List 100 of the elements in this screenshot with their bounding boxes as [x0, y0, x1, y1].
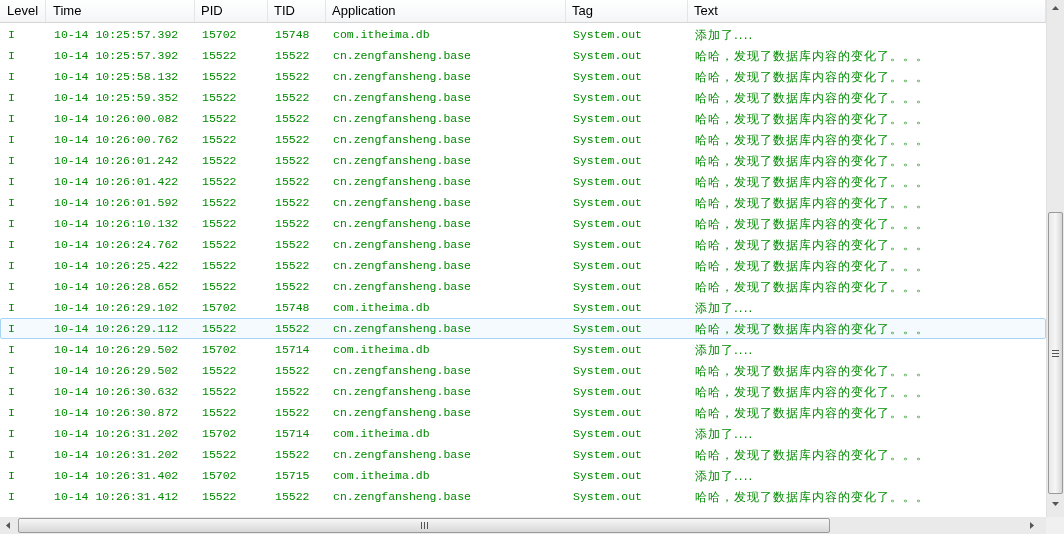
table-cell-text: cn.zengfansheng.base: [332, 173, 473, 190]
table-cell-text: I: [7, 488, 16, 505]
table-cell-text: 哈哈，发现了数据库内容的变化了。。。: [694, 152, 930, 170]
table-cell-text: cn.zengfansheng.base: [332, 89, 473, 106]
table-cell-text: com.itheima.db: [332, 467, 431, 484]
log-row[interactable]: I 10-14 10:26:31.412 15522 15522 cn.zengfansheng.base System.out 哈哈，发现了数据库内容的变化了。。。: [0, 486, 1046, 507]
log-row[interactable]: I 10-14 10:26:29.502 15702 15714 com.itheima.db System.out 添加了....: [0, 339, 1046, 360]
table-cell-text: 15522: [201, 488, 238, 505]
table-cell-text: System.out: [572, 89, 643, 106]
table-cell-text: System.out: [572, 68, 643, 85]
table-cell-text: 哈哈，发现了数据库内容的变化了。。。: [694, 194, 930, 212]
scrollbar-thumb[interactable]: [1048, 212, 1063, 494]
log-row[interactable]: I 10-14 10:26:28.652 15522 15522 cn.zengfansheng.base System.out 哈哈，发现了数据库内容的变化了。。。: [0, 276, 1046, 297]
table-cell-text: 15522: [201, 383, 238, 400]
log-row[interactable]: I 10-14 10:26:24.762 15522 15522 cn.zengfansheng.base System.out 哈哈，发现了数据库内容的变化了。。。: [0, 234, 1046, 255]
table-cell-text: System.out: [572, 110, 643, 127]
table-cell-text: 10-14 10:25:57.392: [53, 26, 180, 43]
log-row[interactable]: I 10-14 10:26:29.102 15702 15748 com.itheima.db System.out 添加了....: [0, 297, 1046, 318]
table-cell-text: 哈哈，发现了数据库内容的变化了。。。: [694, 110, 930, 128]
table-cell-text: 10-14 10:26:01.422: [53, 173, 180, 190]
table-cell-text: I: [7, 26, 16, 43]
table-cell-text: 10-14 10:26:30.872: [53, 404, 180, 421]
table-cell-text: cn.zengfansheng.base: [332, 236, 473, 253]
table-cell-text: I: [7, 68, 16, 85]
scrollbar-thumb[interactable]: [18, 518, 830, 533]
table-cell-text: System.out: [572, 467, 643, 484]
log-row[interactable]: I 10-14 10:26:31.202 15522 15522 cn.zengfansheng.base System.out 哈哈，发现了数据库内容的变化了。。。: [0, 444, 1046, 465]
scroll-right-icon[interactable]: [1030, 522, 1034, 529]
log-row[interactable]: I 10-14 10:26:00.082 15522 15522 cn.zengfansheng.base System.out 哈哈，发现了数据库内容的变化了。。。: [0, 108, 1046, 129]
log-row[interactable]: I 10-14 10:25:57.392 15522 15522 cn.zengfansheng.base System.out 哈哈，发现了数据库内容的变化了。。。: [0, 45, 1046, 66]
table-cell-text: I: [7, 215, 16, 232]
table-cell-text: cn.zengfansheng.base: [332, 47, 473, 64]
log-row[interactable]: I 10-14 10:26:00.762 15522 15522 cn.zengfansheng.base System.out 哈哈，发现了数据库内容的变化了。。。: [0, 129, 1046, 150]
table-cell-text: 15522: [274, 47, 311, 64]
table-cell-text: System.out: [572, 446, 643, 463]
vertical-scrollbar[interactable]: [1046, 0, 1064, 517]
table-cell-text: 15522: [201, 236, 238, 253]
table-cell-text: 10-14 10:26:31.202: [53, 446, 180, 463]
log-row[interactable]: I 10-14 10:25:59.352 15522 15522 cn.zengfansheng.base System.out 哈哈，发现了数据库内容的变化了。。。: [0, 87, 1046, 108]
log-row[interactable]: I 10-14 10:26:01.242 15522 15522 cn.zengfansheng.base System.out 哈哈，发现了数据库内容的变化了。。。: [0, 150, 1046, 171]
table-cell-text: 15522: [201, 110, 238, 127]
table-cell-text: I: [7, 320, 16, 337]
table-cell-text: 15522: [201, 278, 238, 295]
column-header[interactable]: PID: [195, 0, 268, 22]
table-cell-text: System.out: [572, 341, 643, 358]
table-cell-text: 15522: [274, 173, 311, 190]
table-cell-text: 15522: [274, 89, 311, 106]
table-cell-text: 10-14 10:26:10.132: [53, 215, 180, 232]
log-row[interactable]: I 10-14 10:26:31.202 15702 15714 com.itheima.db System.out 添加了....: [0, 423, 1046, 444]
table-cell-text: I: [7, 194, 16, 211]
table-cell-text: 哈哈，发现了数据库内容的变化了。。。: [694, 257, 930, 275]
table-cell-text: I: [7, 89, 16, 106]
table-cell-text: cn.zengfansheng.base: [332, 278, 473, 295]
table-cell-text: 10-14 10:26:29.502: [53, 341, 180, 358]
table-cell-text: 哈哈，发现了数据库内容的变化了。。。: [694, 278, 930, 296]
table-cell-text: 10-14 10:26:31.202: [53, 425, 180, 442]
column-header[interactable]: Application: [326, 0, 566, 22]
grip-icon: [420, 522, 428, 529]
table-cell-text: com.itheima.db: [332, 425, 431, 442]
horizontal-scrollbar[interactable]: [0, 517, 1046, 534]
table-cell-text: System.out: [572, 383, 643, 400]
table-cell-text: I: [7, 362, 16, 379]
table-cell-text: 15522: [274, 320, 311, 337]
log-row[interactable]: I 10-14 10:26:01.422 15522 15522 cn.zengfansheng.base System.out 哈哈，发现了数据库内容的变化了。。。: [0, 171, 1046, 192]
table-cell-text: System.out: [572, 257, 643, 274]
scroll-left-icon[interactable]: [6, 522, 10, 529]
log-row[interactable]: I 10-14 10:25:57.392 15702 15748 com.itheima.db System.out 添加了....: [0, 24, 1046, 45]
table-cell-text: System.out: [572, 425, 643, 442]
log-row[interactable]: I 10-14 10:26:25.422 15522 15522 cn.zengfansheng.base System.out 哈哈，发现了数据库内容的变化了。。。: [0, 255, 1046, 276]
table-cell-text: I: [7, 131, 16, 148]
table-cell-text: I: [7, 47, 16, 64]
scroll-down-icon[interactable]: [1052, 502, 1059, 506]
log-row[interactable]: I 10-14 10:26:29.112 15522 15522 cn.zengfansheng.base System.out 哈哈，发现了数据库内容的变化了。。。: [0, 318, 1046, 339]
table-cell-text: 哈哈，发现了数据库内容的变化了。。。: [694, 215, 930, 233]
log-row[interactable]: I 10-14 10:26:30.872 15522 15522 cn.zengfansheng.base System.out 哈哈，发现了数据库内容的变化了。。。: [0, 402, 1046, 423]
table-cell-text: 哈哈，发现了数据库内容的变化了。。。: [694, 131, 930, 149]
table-cell-text: 15702: [201, 467, 238, 484]
log-row[interactable]: I 10-14 10:26:29.502 15522 15522 cn.zengfansheng.base System.out 哈哈，发现了数据库内容的变化了。。。: [0, 360, 1046, 381]
column-header[interactable]: Level: [0, 0, 46, 22]
table-cell-text: 15714: [274, 341, 311, 358]
table-cell-text: com.itheima.db: [332, 341, 431, 358]
log-row[interactable]: I 10-14 10:26:30.632 15522 15522 cn.zengfansheng.base System.out 哈哈，发现了数据库内容的变化了。。。: [0, 381, 1046, 402]
table-cell-text: I: [7, 236, 16, 253]
scroll-up-icon[interactable]: [1052, 6, 1059, 10]
table-cell-text: 10-14 10:26:25.422: [53, 257, 180, 274]
table-cell-text: 10-14 10:25:57.392: [53, 47, 180, 64]
column-header[interactable]: TID: [268, 0, 326, 22]
log-row[interactable]: I 10-14 10:25:58.132 15522 15522 cn.zengfansheng.base System.out 哈哈，发现了数据库内容的变化了。。。: [0, 66, 1046, 87]
table-cell-text: System.out: [572, 488, 643, 505]
log-row[interactable]: I 10-14 10:26:01.592 15522 15522 cn.zengfansheng.base System.out 哈哈，发现了数据库内容的变化了。。。: [0, 192, 1046, 213]
log-row[interactable]: I 10-14 10:26:10.132 15522 15522 cn.zengfansheng.base System.out 哈哈，发现了数据库内容的变化了。。。: [0, 213, 1046, 234]
table-cell-text: 15522: [274, 257, 311, 274]
table-cell-text: cn.zengfansheng.base: [332, 215, 473, 232]
table-cell-text: 15522: [201, 173, 238, 190]
table-cell-text: System.out: [572, 215, 643, 232]
column-header[interactable]: Time: [46, 0, 195, 22]
table-cell-text: 10-14 10:25:59.352: [53, 89, 180, 106]
column-header[interactable]: Tag: [566, 0, 688, 22]
log-row[interactable]: I 10-14 10:26:31.402 15702 15715 com.itheima.db System.out 添加了....: [0, 465, 1046, 486]
table-cell-text: 添加了....: [694, 467, 755, 485]
